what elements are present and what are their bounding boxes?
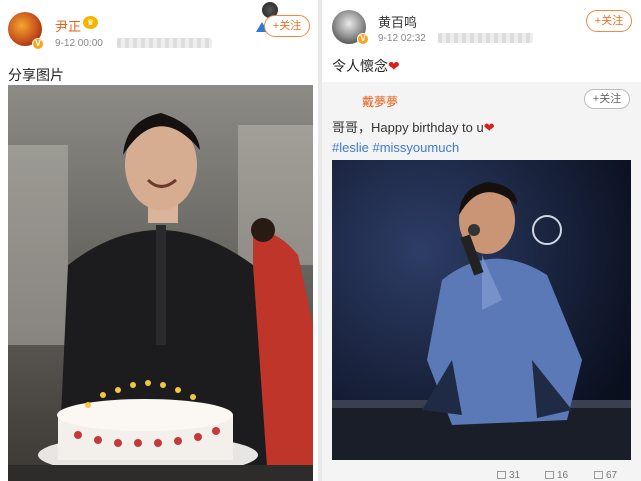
comment-icon [545, 471, 554, 480]
like-count[interactable]: 67 [594, 470, 617, 481]
repost-box[interactable]: 戴夢夢 +关注 哥哥，Happy birthday to u❤ #leslie … [322, 82, 641, 481]
repost-photo[interactable] [332, 160, 631, 460]
comment-count[interactable]: 16 [545, 470, 568, 481]
heart-icon: ❤ [483, 120, 495, 135]
hashtag-missyoumuch[interactable]: #missyoumuch [372, 140, 459, 155]
blurred-source [438, 33, 533, 43]
follow-button[interactable]: +关注 [586, 10, 632, 32]
comment-count-value: 16 [557, 470, 569, 481]
verified-badge-icon: V [32, 38, 44, 50]
repost-username[interactable]: 戴夢夢 [362, 93, 398, 110]
crown-icon: ♛ [83, 16, 98, 29]
repost-text-line1: 哥哥，Happy birthday to u❤ [332, 118, 495, 138]
like-count-value: 67 [606, 470, 618, 481]
like-icon [594, 471, 603, 480]
blurred-source [117, 38, 212, 48]
left-post: V 尹正 ♛ 9-12 00:00 +关注 分享图片 [0, 0, 318, 481]
post-text: 分享图片 [8, 67, 64, 83]
hashtag-leslie[interactable]: #leslie [332, 140, 369, 155]
right-post: V 黄百鸣 9-12 02:32 +关注 令人懷念❤ 戴夢夢 +关注 哥哥，Ha… [322, 0, 641, 481]
username[interactable]: 尹正 [55, 16, 81, 35]
repost-text-line1-content: 哥哥，Happy birthday to u [332, 120, 484, 135]
repost-count-value: 31 [509, 470, 521, 481]
repost-hashtags: #leslie #missyoumuch [332, 138, 495, 158]
repost-text: 哥哥，Happy birthday to u❤ #leslie #missyou… [332, 118, 495, 158]
timestamp: 9-12 00:00 [55, 38, 103, 49]
timestamp: 9-12 02:32 [378, 33, 426, 44]
repost-follow-button[interactable]: +关注 [584, 89, 630, 109]
verified-badge-icon: V [357, 33, 369, 45]
repost-count[interactable]: 31 [497, 470, 520, 481]
heart-icon: ❤ [388, 58, 400, 74]
follow-button[interactable]: +关注 [264, 15, 310, 37]
post-text: 令人懷念❤ [332, 56, 400, 76]
post-text-content: 令人懷念 [332, 58, 388, 74]
username[interactable]: 黄百鸣 [378, 12, 417, 31]
post-photo[interactable] [8, 85, 313, 481]
repost-icon [497, 471, 506, 480]
